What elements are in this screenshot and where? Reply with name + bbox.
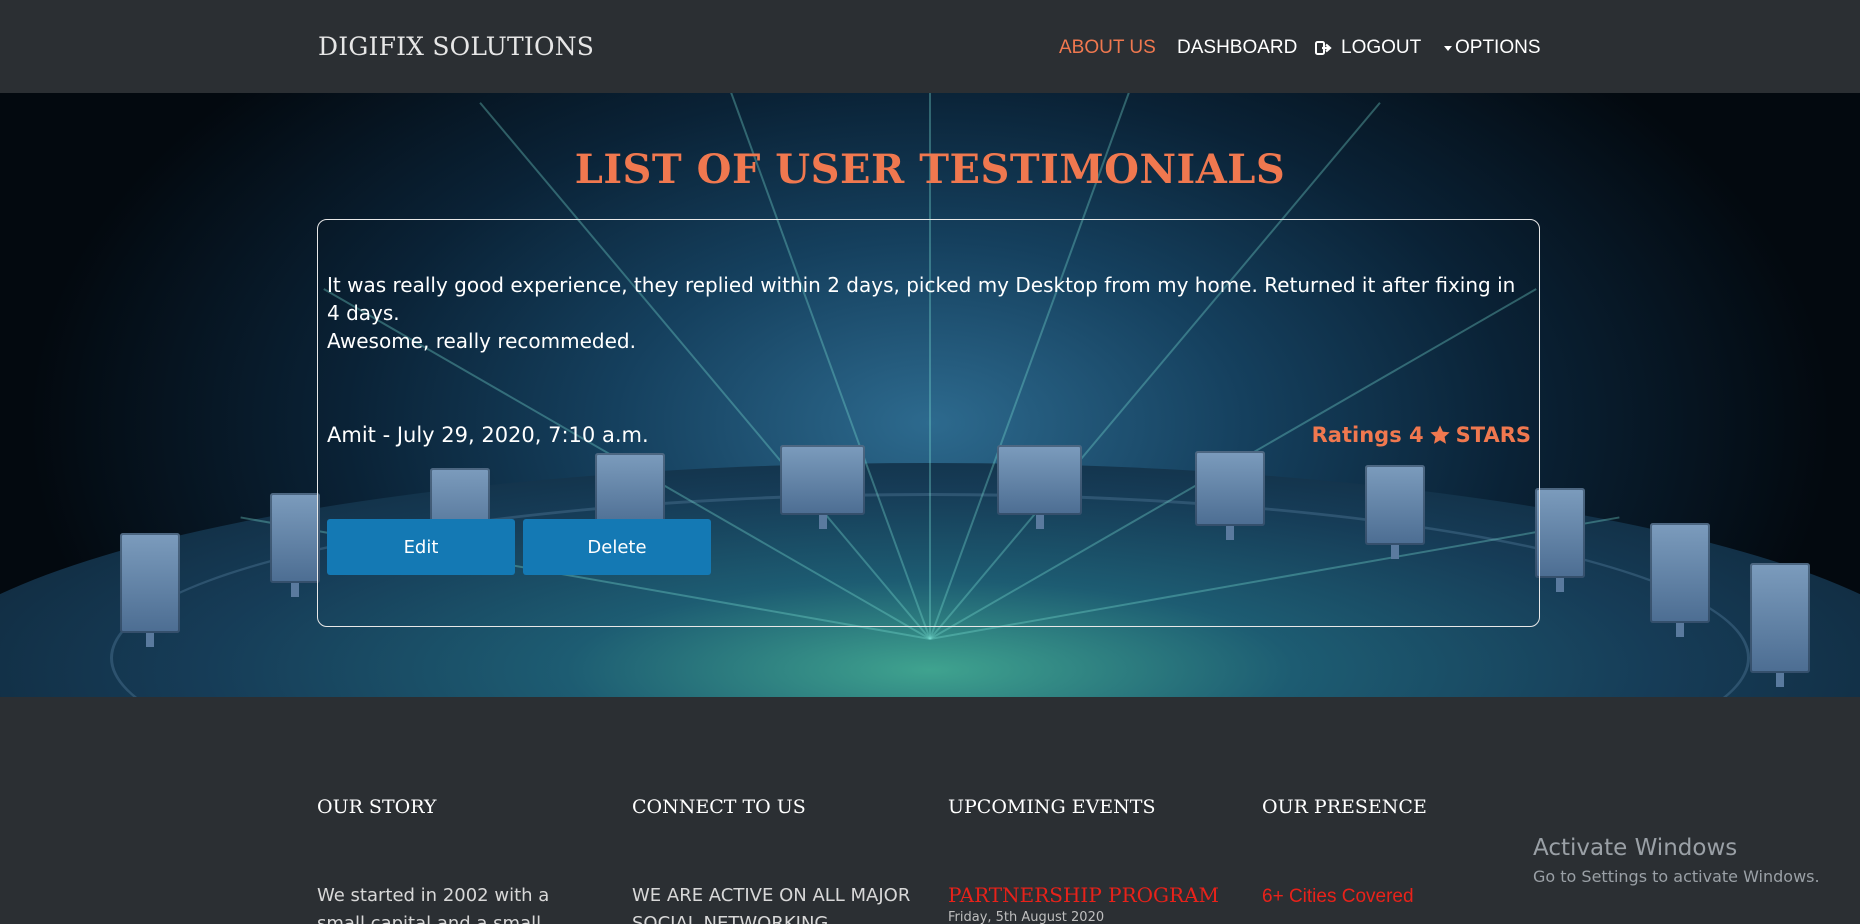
nav-dashboard[interactable]: DASHBOARD [1177, 35, 1297, 61]
edit-button[interactable]: Edit [327, 519, 515, 575]
footer-heading-presence: OUR PRESENCE [1262, 796, 1427, 818]
background-monitor [1750, 563, 1810, 673]
nav-logout-label: LOGOUT [1341, 37, 1422, 58]
delete-button[interactable]: Delete [523, 519, 711, 575]
hero-section: LIST OF USER TESTIMONIALS It was really … [0, 93, 1860, 697]
nav-options-dropdown[interactable]: OPTIONS [1444, 35, 1541, 61]
background-monitor-stand [1776, 673, 1784, 687]
testimonial-text-line1: It was really good experience, they repl… [327, 273, 1516, 325]
footer: OUR STORY We started in 2002 with a smal… [0, 697, 1860, 924]
footer-connect-text: WE ARE ACTIVE ON ALL MAJOR SOCIAL NETWOR… [632, 885, 911, 924]
rating-prefix: Ratings 4 [1311, 423, 1424, 447]
page-title: LIST OF USER TESTIMONIALS [574, 146, 1286, 193]
testimonial-author: Amit - July 29, 2020, 7:10 a.m. [327, 423, 649, 447]
background-monitor [120, 533, 180, 633]
testimonial-text-line2: Awesome, really recommeded. [327, 329, 636, 353]
activate-windows-subtitle: Go to Settings to activate Windows. [1533, 867, 1820, 886]
caret-down-icon [1444, 45, 1452, 51]
nav-about-us[interactable]: ABOUT US [1059, 35, 1156, 61]
testimonial-text: It was really good experience, they repl… [327, 271, 1527, 355]
nav-options-label: OPTIONS [1455, 37, 1541, 58]
testimonial-rating: Ratings 4 STARS [1312, 423, 1531, 447]
nav-logout[interactable]: LOGOUT [1315, 35, 1421, 61]
sign-out-icon [1315, 41, 1332, 55]
rating-suffix: STARS [1455, 423, 1531, 447]
background-monitor [1650, 523, 1710, 623]
navbar: DIGIFIX SOLUTIONS ABOUT US DASHBOARD LOG… [0, 0, 1860, 93]
background-monitor-stand [1676, 623, 1684, 637]
footer-heading-events: UPCOMING EVENTS [948, 796, 1156, 818]
background-monitor [1535, 488, 1585, 578]
footer-story-text: We started in 2002 with a small capital … [317, 885, 550, 924]
footer-heading-our-story: OUR STORY [317, 796, 437, 818]
footer-heading-connect: CONNECT TO US [632, 796, 806, 818]
background-monitor-stand [146, 633, 154, 647]
background-monitor [270, 493, 320, 583]
brand-logo[interactable]: DIGIFIX SOLUTIONS [318, 32, 594, 61]
event-date: Friday, 5th August 2020 [948, 910, 1105, 924]
background-monitor-stand [1556, 578, 1564, 592]
event-title[interactable]: PARTNERSHIP PROGRAM [948, 883, 1219, 907]
testimonial-card: It was really good experience, they repl… [317, 219, 1540, 627]
star-icon [1430, 425, 1450, 444]
presence-cities: 6+ Cities Covered [1262, 886, 1414, 907]
activate-windows-title: Activate Windows [1533, 835, 1738, 861]
background-monitor-stand [291, 583, 299, 597]
